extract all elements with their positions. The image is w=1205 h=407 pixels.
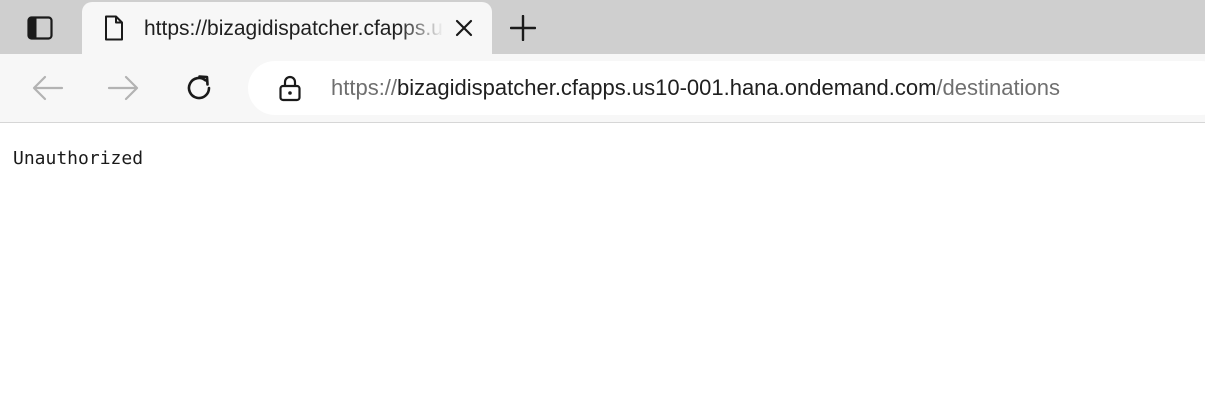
arrow-right-icon [107, 75, 139, 101]
plus-icon [510, 15, 536, 41]
tab-actions-icon [27, 16, 53, 40]
back-button[interactable] [28, 68, 68, 108]
active-tab[interactable]: https://bizagidispatcher.cfapps.us10-001… [82, 2, 492, 54]
lock-icon[interactable] [278, 74, 302, 102]
page-content: Unauthorized [0, 123, 1205, 407]
browser-toolbar: https://bizagidispatcher.cfapps.us10-001… [0, 54, 1205, 123]
url-text[interactable]: https://bizagidispatcher.cfapps.us10-001… [331, 75, 1060, 101]
close-icon [455, 19, 473, 37]
url-scheme: https:// [331, 75, 398, 100]
tab-strip: https://bizagidispatcher.cfapps.us10-001… [0, 0, 1205, 54]
tab-actions-button[interactable] [22, 12, 58, 44]
address-bar[interactable]: https://bizagidispatcher.cfapps.us10-001… [248, 61, 1205, 115]
refresh-icon [187, 75, 211, 100]
url-path: /destinations [936, 75, 1060, 100]
url-host: bizagidispatcher.cfapps.us10-001.hana.on… [397, 75, 937, 100]
new-tab-button[interactable] [505, 10, 541, 46]
document-icon [105, 15, 123, 41]
tab-close-button[interactable] [450, 14, 478, 42]
tab-title: https://bizagidispatcher.cfapps.us10-001… [144, 17, 444, 40]
arrow-left-icon [32, 75, 64, 101]
page-body-text: Unauthorized [13, 148, 144, 169]
forward-button[interactable] [103, 68, 143, 108]
refresh-button[interactable] [179, 68, 219, 108]
